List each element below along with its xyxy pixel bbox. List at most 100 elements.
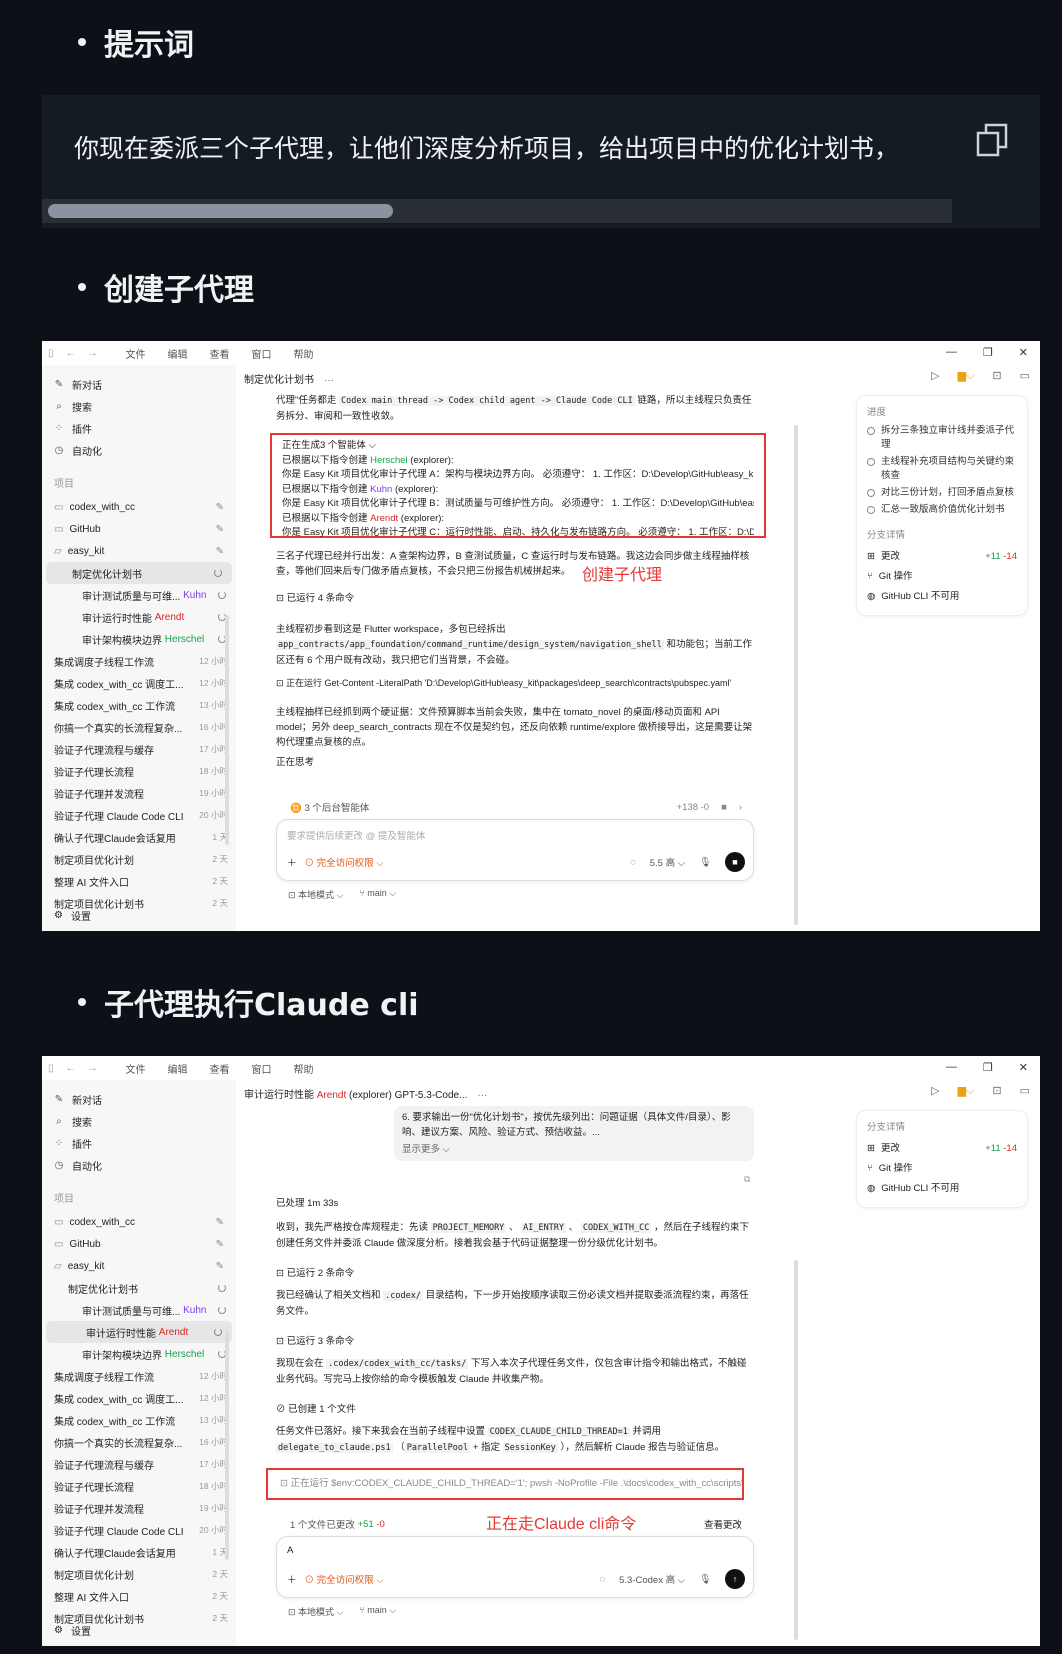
generating-label[interactable]: 正在生成3 个智能体 ⌵ bbox=[282, 439, 754, 454]
local-mode-select[interactable]: ⊡ 本地模式 ⌵ bbox=[288, 1605, 343, 1618]
edit-icon[interactable]: ✎ bbox=[216, 502, 224, 513]
main-scrollbar[interactable] bbox=[794, 1260, 798, 1640]
model-select[interactable]: 5.5 高 ⌵ bbox=[650, 855, 685, 869]
git-row[interactable]: ⑂ Git 操作 bbox=[867, 1159, 1017, 1179]
changes-row[interactable]: ⊞ 更改 +11 -14 bbox=[867, 547, 1017, 567]
history-item[interactable]: 集成 codex_with_cc 调度工... 12 小时 bbox=[42, 672, 236, 694]
sidebar-scrollbar[interactable] bbox=[225, 1330, 229, 1560]
branch-select[interactable]: ⑂ main ⌵ bbox=[359, 1605, 396, 1618]
project-codex-with-cc[interactable]: ▭ codex_with_cc ✎ bbox=[42, 496, 236, 518]
panel-icon[interactable]: ▭ bbox=[1020, 369, 1030, 383]
composer-input[interactable]: A bbox=[287, 1545, 293, 1556]
sidebar-toggle-icon[interactable]: ▯ bbox=[48, 348, 54, 359]
mic-icon[interactable]: 🎙 bbox=[699, 1574, 711, 1585]
changes-row[interactable]: ⊞ 更改 +11 -14 bbox=[867, 1139, 1017, 1159]
history-item[interactable]: 制定项目优化计划 2 天 bbox=[42, 1563, 236, 1585]
history-item[interactable]: 验证子代理并发流程 19 小时 bbox=[42, 1497, 236, 1519]
sidebar-toggle-icon[interactable]: ▯ bbox=[48, 1063, 54, 1074]
running-command-box[interactable]: ⊡ 正在运行 $env:CODEX_CLAUDE_CHILD_THREAD='1… bbox=[266, 1468, 744, 1500]
history-item[interactable]: 验证子代理流程与缓存 17 小时 bbox=[42, 1453, 236, 1475]
history-item[interactable]: 验证子代理 Claude Code CLI 20 小时 bbox=[42, 804, 236, 826]
project-github[interactable]: ▭ GitHub ✎ bbox=[42, 1233, 236, 1255]
project-easy-kit[interactable]: ▱ easy_kit ✎ bbox=[42, 1255, 236, 1277]
subthread-arendt[interactable]: 审计运行时性能 Arendt bbox=[42, 606, 236, 628]
composer-input[interactable]: 要求提供后续更改 @ 提及智能体 bbox=[287, 828, 425, 842]
close-icon[interactable]: ✕ bbox=[1019, 346, 1028, 359]
subthread-kuhn[interactable]: 审计测试质量与可维... Kuhn bbox=[42, 1299, 236, 1321]
menu-edit[interactable]: 编辑 bbox=[168, 1061, 188, 1076]
history-item[interactable]: 集成调度子线程工作流 12 小时 bbox=[42, 650, 236, 672]
permission-select[interactable]: ⊙ 完全访问权限 ⌵ bbox=[305, 1572, 384, 1586]
review-changes-button[interactable]: 查看更改 bbox=[704, 1517, 742, 1531]
menu-edit[interactable]: 编辑 bbox=[168, 346, 188, 361]
history-item[interactable]: 制定项目优化计划 2 天 bbox=[42, 848, 236, 870]
history-item[interactable]: 你搞一个真实的长流程复杂... 16 小时 bbox=[42, 1431, 236, 1453]
back-icon[interactable]: ← bbox=[66, 348, 76, 359]
subthread-herschel[interactable]: 审计架构模块边界 Herschel bbox=[42, 1343, 236, 1365]
history-item[interactable]: 确认子代理Claude会话复用 1 天 bbox=[42, 1541, 236, 1563]
ran-commands[interactable]: ⊡ 已运行 3 条命令 bbox=[276, 1334, 754, 1349]
stop-icon[interactable]: ■ bbox=[721, 802, 727, 813]
agent-name[interactable]: Kuhn bbox=[370, 484, 392, 495]
project-easy-kit[interactable]: ▱ easy_kit ✎ bbox=[42, 540, 236, 562]
menu-view[interactable]: 查看 bbox=[210, 346, 230, 361]
menu-help[interactable]: 帮助 bbox=[294, 346, 314, 361]
background-agents-bar[interactable]: ♊ 3 个后台智能体 +138 -0 ■ › bbox=[290, 797, 742, 817]
menu-file[interactable]: 文件 bbox=[126, 346, 146, 361]
history-item[interactable]: 验证子代理流程与缓存 17 小时 bbox=[42, 738, 236, 760]
add-icon[interactable]: ＋ bbox=[287, 1572, 297, 1586]
terminal-icon[interactable]: ⊡ bbox=[992, 1084, 1001, 1098]
more-icon[interactable]: ··· bbox=[324, 375, 334, 386]
ran-commands[interactable]: ⊡ 已运行 2 条命令 bbox=[276, 1266, 754, 1281]
file-changes-bar[interactable]: 1 个文件已更改 +51 -0 查看更改 bbox=[290, 1514, 742, 1534]
thread-plan[interactable]: 制定优化计划书 bbox=[42, 1277, 236, 1299]
branch-select[interactable]: ⑂ main ⌵ bbox=[359, 888, 396, 901]
maximize-icon[interactable]: ❐ bbox=[983, 346, 993, 359]
minimize-icon[interactable]: — bbox=[946, 346, 957, 359]
edit-icon[interactable]: ✎ bbox=[216, 546, 224, 557]
copy-icon[interactable]: ⧉ bbox=[744, 1174, 750, 1185]
ran-commands[interactable]: ⊡ 已运行 4 条命令 bbox=[276, 591, 754, 606]
sidebar-automation[interactable]: ◷ 自动化 bbox=[54, 439, 236, 461]
model-select[interactable]: 5.3-Codex 高 ⌵ bbox=[619, 1572, 685, 1586]
history-item[interactable]: 验证子代理长流程 18 小时 bbox=[42, 760, 236, 782]
panel-icon[interactable]: ▭ bbox=[1020, 1084, 1030, 1098]
agent-name[interactable]: Herschel bbox=[370, 455, 408, 466]
edit-icon[interactable]: ✎ bbox=[216, 524, 224, 535]
folder-icon[interactable]: ▆⌵ bbox=[958, 1084, 975, 1098]
play-icon[interactable]: ▷ bbox=[931, 1084, 939, 1098]
sidebar-search[interactable]: ⌕ 搜索 bbox=[54, 395, 236, 417]
sidebar-plugins[interactable]: ⁘ 插件 bbox=[54, 1132, 236, 1154]
edit-icon[interactable]: ✎ bbox=[216, 1261, 224, 1272]
subthread-kuhn[interactable]: 审计测试质量与可维... Kuhn bbox=[42, 584, 236, 606]
sidebar-plugins[interactable]: ⁘ 插件 bbox=[54, 417, 236, 439]
back-icon[interactable]: ← bbox=[66, 1063, 76, 1074]
edit-icon[interactable]: ✎ bbox=[216, 1217, 224, 1228]
send-button[interactable]: ↑ bbox=[725, 1569, 745, 1589]
history-item[interactable]: 集成 codex_with_cc 工作流 13 小时 bbox=[42, 1409, 236, 1431]
maximize-icon[interactable]: ❐ bbox=[983, 1061, 993, 1074]
history-item[interactable]: 你搞一个真实的长流程复杂... 16 小时 bbox=[42, 716, 236, 738]
menu-window[interactable]: 窗口 bbox=[252, 1061, 272, 1076]
more-icon[interactable]: ··· bbox=[477, 1090, 487, 1101]
settings-button[interactable]: ⚙ 设置 bbox=[54, 1623, 91, 1638]
close-icon[interactable]: ✕ bbox=[1019, 1061, 1028, 1074]
play-icon[interactable]: ▷ bbox=[931, 369, 939, 383]
history-item[interactable]: 集成 codex_with_cc 工作流 13 小时 bbox=[42, 694, 236, 716]
terminal-icon[interactable]: ⊡ bbox=[992, 369, 1001, 383]
menu-help[interactable]: 帮助 bbox=[294, 1061, 314, 1076]
sidebar-search[interactable]: ⌕ 搜索 bbox=[54, 1110, 236, 1132]
history-item[interactable]: 整理 AI 文件入口 2 天 bbox=[42, 870, 236, 892]
project-github[interactable]: ▭ GitHub ✎ bbox=[42, 518, 236, 540]
forward-icon[interactable]: → bbox=[88, 1063, 98, 1074]
forward-icon[interactable]: → bbox=[88, 348, 98, 359]
main-scrollbar[interactable] bbox=[794, 425, 798, 925]
history-item[interactable]: 确认子代理Claude会话复用 1 天 bbox=[42, 826, 236, 848]
agent-name[interactable]: Arendt bbox=[370, 513, 398, 524]
add-icon[interactable]: ＋ bbox=[287, 855, 297, 869]
show-more-button[interactable]: 显示更多 ⌵ bbox=[402, 1142, 746, 1157]
history-item[interactable]: 验证子代理并发流程 19 小时 bbox=[42, 782, 236, 804]
sidebar-new-chat[interactable]: ✎ 新对话 bbox=[54, 1088, 236, 1110]
running-command[interactable]: ⊡ 正在运行 Get-Content -LiteralPath 'D:\Deve… bbox=[276, 676, 754, 691]
history-item[interactable]: 集成调度子线程工作流 12 小时 bbox=[42, 1365, 236, 1387]
